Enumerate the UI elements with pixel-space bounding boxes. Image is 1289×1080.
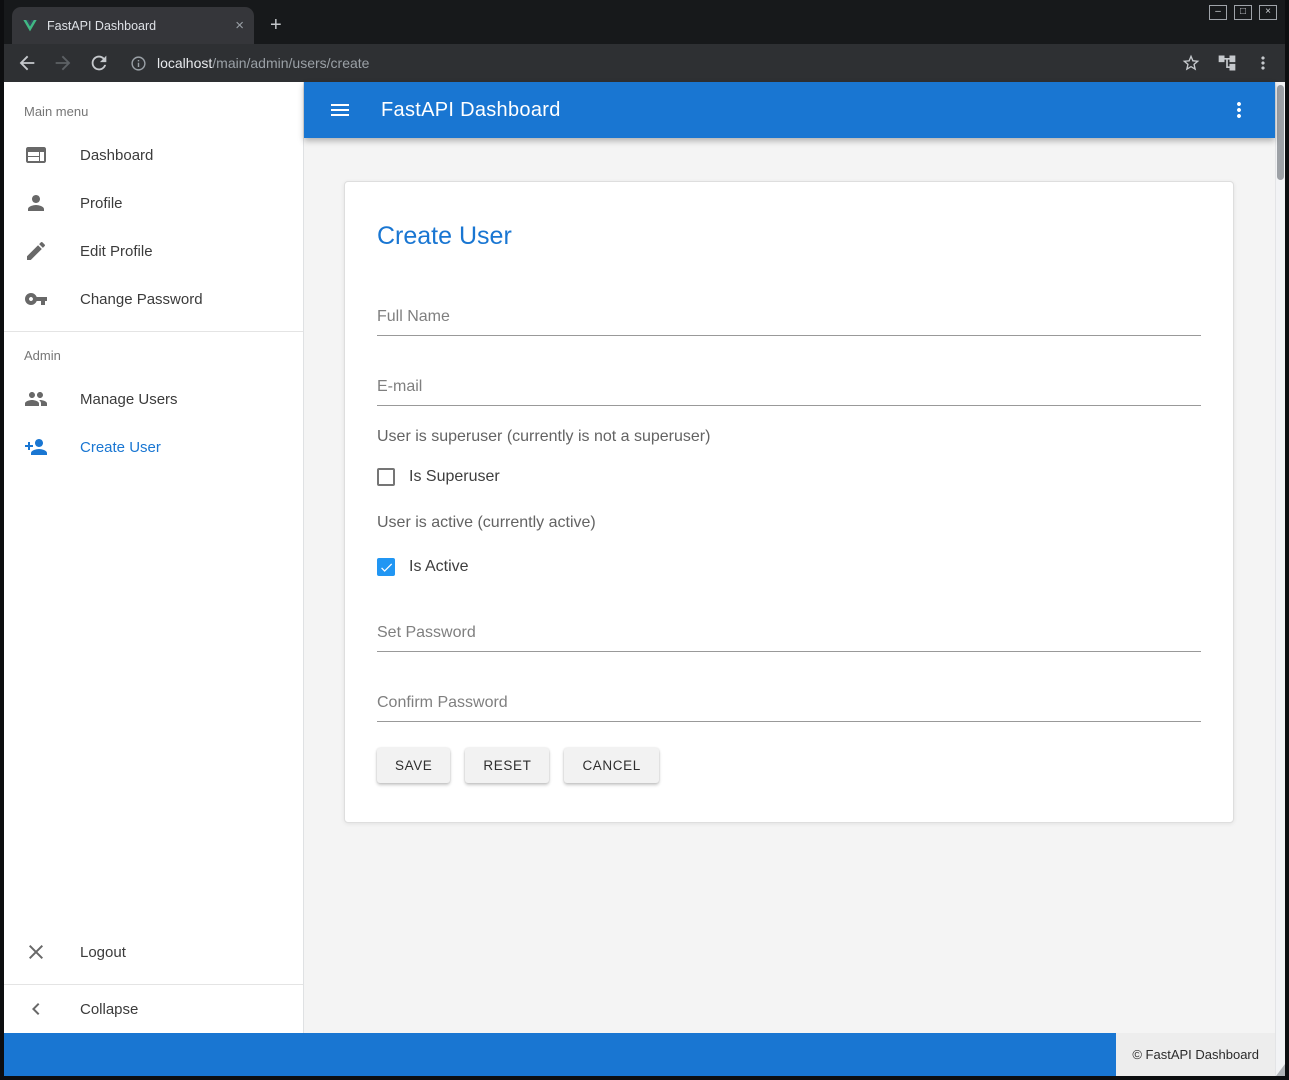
is-superuser-row: Is Superuser — [377, 468, 1201, 486]
is-active-row: Is Active — [377, 558, 1201, 576]
footer-copyright: © FastAPI Dashboard — [1116, 1033, 1275, 1076]
sidebar-item-manage-users[interactable]: Manage Users — [4, 375, 303, 423]
sidebar-item-label: Dashboard — [80, 147, 153, 164]
overflow-menu-icon[interactable] — [1227, 98, 1251, 122]
people-icon — [24, 387, 48, 411]
set-password-field[interactable] — [377, 624, 1201, 652]
sidebar-item-edit-profile[interactable]: Edit Profile — [4, 227, 303, 275]
sidebar-item-label: Profile — [80, 195, 123, 212]
back-icon[interactable] — [16, 52, 38, 74]
sidebar-item-label: Create User — [80, 439, 161, 456]
check-icon — [379, 560, 394, 575]
address-bar[interactable]: localhost/main/admin/users/create — [130, 55, 1165, 72]
resize-grip-icon — [1276, 1064, 1285, 1076]
dashboard-icon — [24, 143, 48, 167]
url-host: localhost — [157, 55, 212, 71]
content-area: Create User User is superuser (currently… — [304, 138, 1275, 1033]
sidebar: Main menu Dashboard Profile — [4, 82, 304, 1033]
url-path: /main/admin/users/create — [212, 55, 369, 71]
window-close-button[interactable]: × — [1259, 5, 1277, 20]
sidebar-item-profile[interactable]: Profile — [4, 179, 303, 227]
pencil-icon — [24, 239, 48, 263]
page-title: Create User — [377, 182, 1201, 251]
is-superuser-checkbox[interactable] — [377, 468, 395, 486]
person-icon — [24, 191, 48, 215]
sidebar-item-label: Change Password — [80, 291, 203, 308]
save-button[interactable]: SAVE — [377, 748, 450, 783]
main: FastAPI Dashboard Create User User is su… — [304, 82, 1275, 1033]
active-hint: User is active (currently active) — [377, 514, 1201, 532]
browser-extensions-icon[interactable] — [1217, 53, 1237, 73]
chevron-left-icon — [24, 997, 48, 1021]
browser-window: FastAPI Dashboard × + – □ × localhost/ma… — [0, 0, 1289, 1080]
sidebar-item-dashboard[interactable]: Dashboard — [4, 131, 303, 179]
page: Main menu Dashboard Profile — [4, 82, 1285, 1076]
browser-toolbar: localhost/main/admin/users/create — [4, 44, 1285, 82]
app-bar: FastAPI Dashboard — [304, 82, 1275, 138]
window-maximize-button[interactable]: □ — [1234, 5, 1252, 20]
email-field[interactable] — [377, 378, 1201, 406]
page-body: Main menu Dashboard Profile — [4, 82, 1275, 1076]
sidebar-item-create-user[interactable]: Create User — [4, 423, 303, 471]
window-minimize-button[interactable]: – — [1209, 5, 1227, 20]
appbar-title: FastAPI Dashboard — [381, 99, 561, 122]
sidebar-section-admin: Admin — [4, 332, 303, 375]
sidebar-item-label: Collapse — [80, 1001, 138, 1018]
superuser-hint: User is superuser (currently is not a su… — [377, 428, 1201, 446]
sidebar-item-collapse[interactable]: Collapse — [4, 985, 303, 1033]
sidebar-item-change-password[interactable]: Change Password — [4, 275, 303, 323]
bookmark-star-icon[interactable] — [1181, 53, 1201, 73]
sidebar-spacer — [4, 471, 303, 928]
url-text: localhost/main/admin/users/create — [157, 55, 369, 71]
window-controls: – □ × — [1209, 5, 1277, 20]
browser-menu-icon[interactable] — [1253, 53, 1273, 73]
browser-tab-strip: FastAPI Dashboard × + – □ × — [4, 0, 1285, 44]
sidebar-section-main-menu: Main menu — [4, 94, 303, 131]
is-active-label: Is Active — [409, 558, 469, 576]
person-add-icon — [24, 435, 48, 459]
confirm-password-field[interactable] — [377, 694, 1201, 722]
sidebar-item-label: Manage Users — [80, 391, 178, 408]
page-scrollbar[interactable] — [1275, 82, 1285, 1076]
cancel-button[interactable]: CANCEL — [564, 748, 658, 783]
browser-tab[interactable]: FastAPI Dashboard × — [12, 7, 254, 44]
sidebar-item-logout[interactable]: Logout — [4, 928, 303, 976]
is-active-checkbox[interactable] — [377, 558, 395, 576]
forward-icon[interactable] — [52, 52, 74, 74]
hamburger-menu-icon[interactable] — [328, 98, 352, 122]
close-icon — [24, 940, 48, 964]
full-name-field[interactable] — [377, 308, 1201, 336]
tab-title: FastAPI Dashboard — [47, 19, 226, 33]
new-tab-button[interactable]: + — [270, 15, 282, 35]
reset-button[interactable]: RESET — [465, 748, 549, 783]
key-icon — [24, 287, 48, 311]
footer: © FastAPI Dashboard — [4, 1033, 1275, 1076]
site-info-icon[interactable] — [130, 55, 147, 72]
scrollbar-thumb[interactable] — [1277, 85, 1284, 180]
sidebar-item-label: Edit Profile — [80, 243, 153, 260]
is-superuser-label: Is Superuser — [409, 468, 500, 486]
reload-icon[interactable] — [88, 52, 110, 74]
form-buttons: SAVE RESET CANCEL — [377, 748, 1201, 783]
vue-logo-favicon-icon — [22, 18, 38, 34]
page-row: Main menu Dashboard Profile — [4, 82, 1275, 1033]
sidebar-item-label: Logout — [80, 944, 126, 961]
tab-close-icon[interactable]: × — [235, 18, 244, 33]
create-user-card: Create User User is superuser (currently… — [344, 181, 1234, 823]
